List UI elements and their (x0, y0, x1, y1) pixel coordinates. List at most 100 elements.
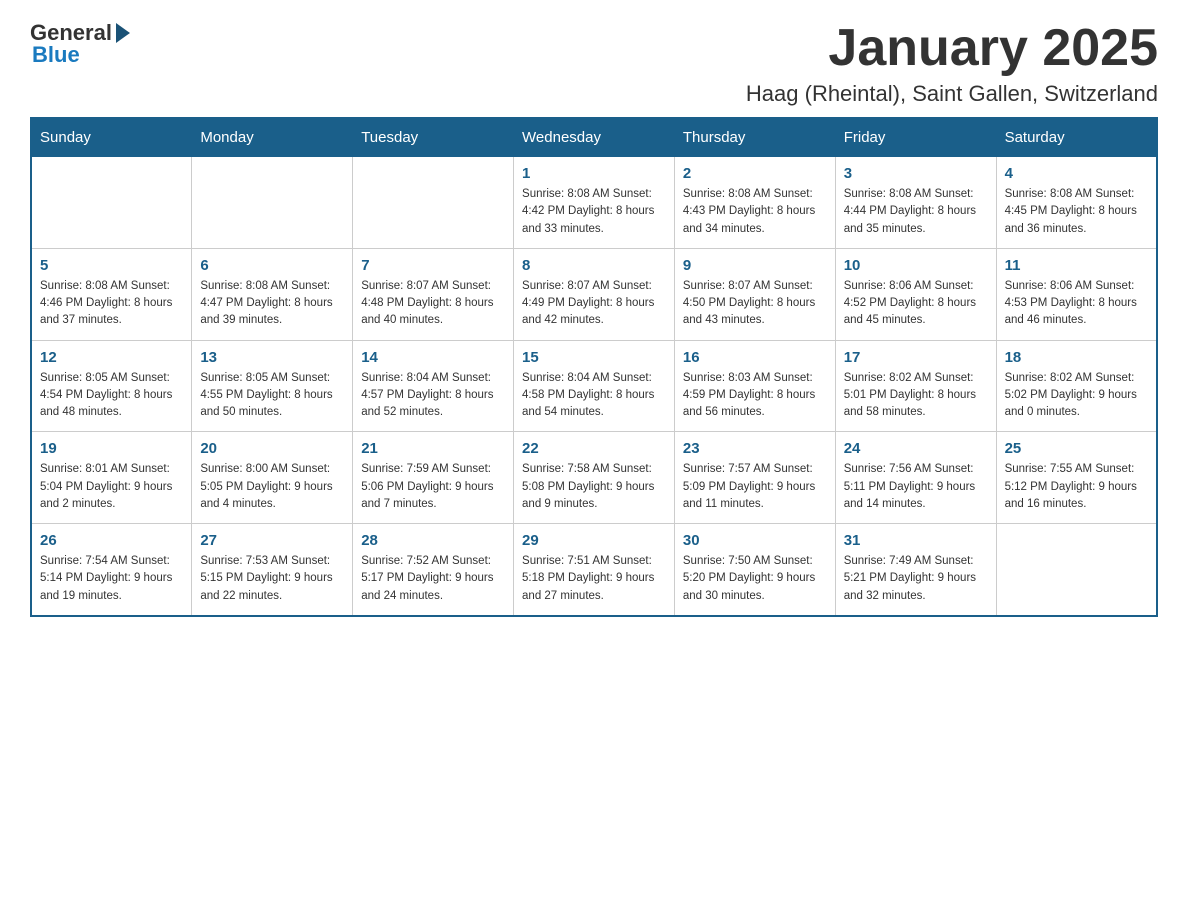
day-number: 24 (844, 440, 988, 457)
day-number: 13 (200, 349, 344, 366)
calendar-table: SundayMondayTuesdayWednesdayThursdayFrid… (30, 117, 1158, 617)
day-info: Sunrise: 8:03 AM Sunset: 4:59 PM Dayligh… (683, 370, 827, 422)
day-number: 4 (1005, 165, 1148, 182)
location-title: Haag (Rheintal), Saint Gallen, Switzerla… (746, 81, 1158, 107)
calendar-week-row: 12 Sunrise: 8:05 AM Sunset: 4:54 PM Dayli… (31, 340, 1157, 432)
day-info: Sunrise: 8:08 AM Sunset: 4:43 PM Dayligh… (683, 186, 827, 238)
calendar-week-row: 5Sunrise: 8:08 AM Sunset: 4:46 PM Daylig… (31, 248, 1157, 340)
calendar-day-cell: 13 Sunrise: 8:05 AM Sunset: 4:55 PM Dayli… (192, 340, 353, 432)
day-info: Sunrise: 8:01 AM Sunset: 5:04 PM Dayligh… (40, 461, 183, 513)
day-number: 10 (844, 257, 988, 274)
calendar-header-row: SundayMondayTuesdayWednesdayThursdayFrid… (31, 118, 1157, 157)
calendar-day-cell: 11Sunrise: 8:06 AM Sunset: 4:53 PM Dayli… (996, 248, 1157, 340)
day-number: 9 (683, 257, 827, 274)
logo-blue-text: Blue (32, 42, 80, 68)
calendar-day-cell: 3Sunrise: 8:08 AM Sunset: 4:44 PM Daylig… (835, 157, 996, 249)
calendar-day-header: Saturday (996, 118, 1157, 157)
calendar-day-cell: 4 Sunrise: 8:08 AM Sunset: 4:45 PM Daylig… (996, 157, 1157, 249)
day-info: Sunrise: 7:57 AM Sunset: 5:09 PM Dayligh… (683, 461, 827, 513)
day-number: 8 (522, 257, 666, 274)
day-info: Sunrise: 8:00 AM Sunset: 5:05 PM Dayligh… (200, 461, 344, 513)
calendar-day-cell (31, 157, 192, 249)
day-number: 30 (683, 532, 827, 549)
page-header: General Blue January 2025 Haag (Rheintal… (30, 20, 1158, 107)
calendar-day-cell: 28Sunrise: 7:52 AM Sunset: 5:17 PM Dayli… (353, 524, 514, 616)
calendar-day-cell: 18 Sunrise: 8:02 AM Sunset: 5:02 PM Dayli… (996, 340, 1157, 432)
calendar-day-cell: 27 Sunrise: 7:53 AM Sunset: 5:15 PM Dayli… (192, 524, 353, 616)
calendar-week-row: 26 Sunrise: 7:54 AM Sunset: 5:14 PM Dayli… (31, 524, 1157, 616)
day-number: 12 (40, 349, 183, 366)
day-info: Sunrise: 7:55 AM Sunset: 5:12 PM Dayligh… (1005, 461, 1148, 513)
day-info: Sunrise: 8:06 AM Sunset: 4:52 PM Dayligh… (844, 278, 988, 330)
month-title: January 2025 (746, 20, 1158, 77)
calendar-day-cell: 24 Sunrise: 7:56 AM Sunset: 5:11 PM Dayli… (835, 432, 996, 524)
calendar-day-cell: 21Sunrise: 7:59 AM Sunset: 5:06 PM Dayli… (353, 432, 514, 524)
calendar-day-cell: 2 Sunrise: 8:08 AM Sunset: 4:43 PM Daylig… (674, 157, 835, 249)
logo-arrow-icon (116, 23, 130, 43)
day-info: Sunrise: 7:51 AM Sunset: 5:18 PM Dayligh… (522, 553, 666, 605)
day-info: Sunrise: 7:59 AM Sunset: 5:06 PM Dayligh… (361, 461, 505, 513)
day-info: Sunrise: 8:07 AM Sunset: 4:50 PM Dayligh… (683, 278, 827, 330)
day-info: Sunrise: 8:07 AM Sunset: 4:48 PM Dayligh… (361, 278, 505, 330)
calendar-day-cell: 19Sunrise: 8:01 AM Sunset: 5:04 PM Dayli… (31, 432, 192, 524)
day-info: Sunrise: 7:58 AM Sunset: 5:08 PM Dayligh… (522, 461, 666, 513)
day-info: Sunrise: 7:54 AM Sunset: 5:14 PM Dayligh… (40, 553, 183, 605)
day-number: 22 (522, 440, 666, 457)
day-info: Sunrise: 8:08 AM Sunset: 4:45 PM Dayligh… (1005, 186, 1148, 238)
day-info: Sunrise: 7:56 AM Sunset: 5:11 PM Dayligh… (844, 461, 988, 513)
day-info: Sunrise: 8:05 AM Sunset: 4:54 PM Dayligh… (40, 370, 183, 422)
calendar-week-row: 1 Sunrise: 8:08 AM Sunset: 4:42 PM Daylig… (31, 157, 1157, 249)
day-info: Sunrise: 8:08 AM Sunset: 4:47 PM Dayligh… (200, 278, 344, 330)
calendar-day-cell: 5Sunrise: 8:08 AM Sunset: 4:46 PM Daylig… (31, 248, 192, 340)
calendar-day-cell: 14Sunrise: 8:04 AM Sunset: 4:57 PM Dayli… (353, 340, 514, 432)
day-info: Sunrise: 8:04 AM Sunset: 4:58 PM Dayligh… (522, 370, 666, 422)
logo: General Blue (30, 20, 130, 68)
calendar-week-row: 19Sunrise: 8:01 AM Sunset: 5:04 PM Dayli… (31, 432, 1157, 524)
day-info: Sunrise: 8:02 AM Sunset: 5:01 PM Dayligh… (844, 370, 988, 422)
calendar-day-cell: 12 Sunrise: 8:05 AM Sunset: 4:54 PM Dayli… (31, 340, 192, 432)
calendar-day-cell: 31 Sunrise: 7:49 AM Sunset: 5:21 PM Dayli… (835, 524, 996, 616)
day-number: 18 (1005, 349, 1148, 366)
calendar-day-cell: 29 Sunrise: 7:51 AM Sunset: 5:18 PM Dayli… (514, 524, 675, 616)
day-number: 29 (522, 532, 666, 549)
calendar-day-cell (996, 524, 1157, 616)
day-number: 27 (200, 532, 344, 549)
calendar-day-header: Friday (835, 118, 996, 157)
title-block: January 2025 Haag (Rheintal), Saint Gall… (746, 20, 1158, 107)
day-info: Sunrise: 8:02 AM Sunset: 5:02 PM Dayligh… (1005, 370, 1148, 422)
day-number: 17 (844, 349, 988, 366)
calendar-day-cell: 17 Sunrise: 8:02 AM Sunset: 5:01 PM Dayli… (835, 340, 996, 432)
day-info: Sunrise: 8:08 AM Sunset: 4:42 PM Dayligh… (522, 186, 666, 238)
calendar-day-cell: 1 Sunrise: 8:08 AM Sunset: 4:42 PM Daylig… (514, 157, 675, 249)
calendar-day-cell: 26 Sunrise: 7:54 AM Sunset: 5:14 PM Dayli… (31, 524, 192, 616)
day-info: Sunrise: 7:49 AM Sunset: 5:21 PM Dayligh… (844, 553, 988, 605)
day-info: Sunrise: 7:52 AM Sunset: 5:17 PM Dayligh… (361, 553, 505, 605)
day-number: 16 (683, 349, 827, 366)
calendar-day-header: Wednesday (514, 118, 675, 157)
day-number: 20 (200, 440, 344, 457)
day-info: Sunrise: 8:06 AM Sunset: 4:53 PM Dayligh… (1005, 278, 1148, 330)
day-number: 31 (844, 532, 988, 549)
calendar-day-cell: 20 Sunrise: 8:00 AM Sunset: 5:05 PM Dayli… (192, 432, 353, 524)
day-number: 2 (683, 165, 827, 182)
day-info: Sunrise: 8:05 AM Sunset: 4:55 PM Dayligh… (200, 370, 344, 422)
day-number: 1 (522, 165, 666, 182)
day-number: 14 (361, 349, 505, 366)
calendar-day-cell: 10 Sunrise: 8:06 AM Sunset: 4:52 PM Dayli… (835, 248, 996, 340)
day-info: Sunrise: 7:53 AM Sunset: 5:15 PM Dayligh… (200, 553, 344, 605)
day-number: 23 (683, 440, 827, 457)
calendar-day-cell (353, 157, 514, 249)
day-number: 7 (361, 257, 505, 274)
day-number: 26 (40, 532, 183, 549)
calendar-day-cell: 23 Sunrise: 7:57 AM Sunset: 5:09 PM Dayli… (674, 432, 835, 524)
calendar-day-cell: 9 Sunrise: 8:07 AM Sunset: 4:50 PM Daylig… (674, 248, 835, 340)
calendar-day-cell: 6 Sunrise: 8:08 AM Sunset: 4:47 PM Daylig… (192, 248, 353, 340)
day-number: 3 (844, 165, 988, 182)
day-number: 6 (200, 257, 344, 274)
day-number: 25 (1005, 440, 1148, 457)
calendar-day-header: Sunday (31, 118, 192, 157)
day-number: 15 (522, 349, 666, 366)
calendar-day-cell: 30Sunrise: 7:50 AM Sunset: 5:20 PM Dayli… (674, 524, 835, 616)
calendar-day-cell: 25 Sunrise: 7:55 AM Sunset: 5:12 PM Dayli… (996, 432, 1157, 524)
calendar-day-cell: 22 Sunrise: 7:58 AM Sunset: 5:08 PM Dayli… (514, 432, 675, 524)
